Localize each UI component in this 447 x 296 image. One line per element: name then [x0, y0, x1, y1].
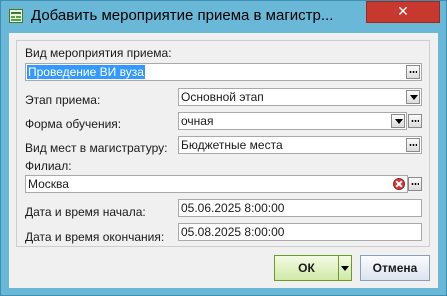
- ok-dropdown-button[interactable]: [338, 255, 352, 281]
- branch-field[interactable]: Москва: [25, 175, 408, 193]
- branch-browse-button[interactable]: [408, 177, 422, 191]
- ellipsis-icon: [409, 144, 417, 146]
- end-datetime-input[interactable]: 05.08.2025 8:00:00: [178, 223, 422, 241]
- study-form-dropdown-button[interactable]: [391, 114, 405, 128]
- end-datetime-label: Дата и время окончания:: [25, 230, 165, 244]
- clear-icon[interactable]: [393, 178, 405, 190]
- cancel-button[interactable]: Отмена: [360, 255, 430, 281]
- ellipsis-icon: [411, 183, 419, 185]
- form-panel: Вид мероприятия приема: Проведение ВИ ву…: [16, 40, 430, 247]
- stage-select[interactable]: Основной этап: [178, 88, 422, 106]
- study-form-value: очная: [181, 114, 214, 128]
- study-form-browse-button[interactable]: [408, 114, 422, 128]
- ellipsis-icon: [411, 120, 419, 122]
- places-type-value: Бюджетные места: [181, 138, 283, 152]
- start-datetime-label: Дата и время начала:: [25, 205, 146, 219]
- branch-value: Москва: [28, 177, 69, 191]
- event-type-label: Вид мероприятия приема:: [25, 46, 172, 60]
- app-window-icon: [9, 9, 23, 23]
- chevron-down-icon: [341, 266, 349, 271]
- study-form-select[interactable]: очная: [178, 112, 407, 130]
- dialog-window: Добавить мероприятие приема в магистр...…: [0, 0, 447, 296]
- window-title: Добавить мероприятие приема в магистр...: [31, 7, 334, 24]
- stage-value: Основной этап: [181, 90, 264, 104]
- start-datetime-value: 05.06.2025 8:00:00: [181, 201, 285, 215]
- event-type-value: Проведение ВИ вуза: [27, 65, 145, 79]
- close-button[interactable]: ✕: [366, 1, 440, 23]
- ellipsis-icon: [409, 71, 417, 73]
- branch-label: Филиал:: [25, 159, 72, 173]
- dialog-client-area: Вид мероприятия приема: Проведение ВИ ву…: [9, 33, 438, 288]
- ok-button[interactable]: ОК: [274, 255, 338, 281]
- places-type-field[interactable]: Бюджетные места: [178, 136, 422, 154]
- chevron-down-icon: [410, 95, 418, 100]
- event-type-browse-button[interactable]: [406, 65, 420, 79]
- study-form-label: Форма обучения:: [25, 117, 122, 131]
- title-bar[interactable]: Добавить мероприятие приема в магистр...…: [1, 1, 446, 33]
- start-datetime-input[interactable]: 05.06.2025 8:00:00: [178, 199, 422, 217]
- event-type-field[interactable]: Проведение ВИ вуза: [25, 63, 422, 81]
- close-icon: ✕: [397, 4, 409, 20]
- stage-label: Этап приема:: [25, 93, 101, 107]
- end-datetime-value: 05.08.2025 8:00:00: [181, 225, 285, 239]
- places-type-label: Вид мест в магистратуру:: [25, 141, 168, 155]
- stage-dropdown-button[interactable]: [406, 90, 420, 104]
- chevron-down-icon: [395, 119, 403, 124]
- places-type-browse-button[interactable]: [406, 138, 420, 152]
